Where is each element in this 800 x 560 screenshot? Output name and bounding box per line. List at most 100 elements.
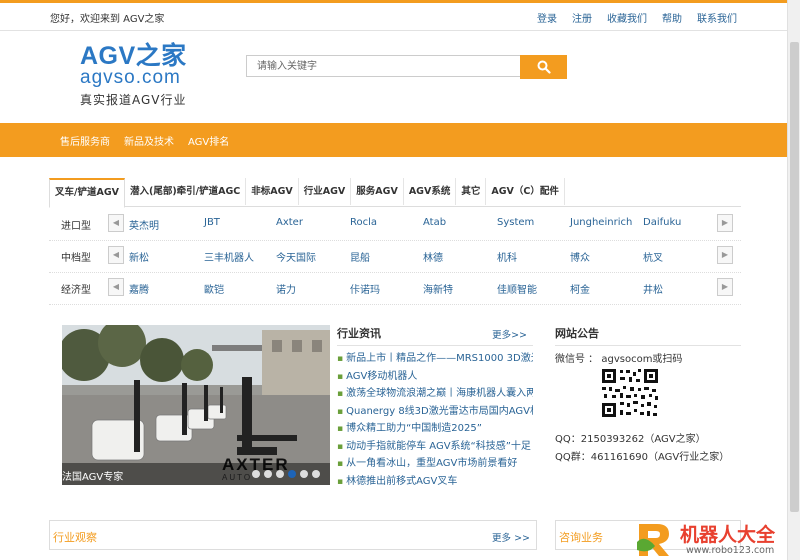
brand-link[interactable]: 林德 xyxy=(423,249,443,264)
brand-link[interactable]: Daifuku xyxy=(643,217,681,228)
brand-link[interactable]: 嘉腾 xyxy=(129,281,149,296)
brand-link[interactable]: 井松 xyxy=(643,281,663,296)
scrollbar-thumb[interactable] xyxy=(790,42,799,512)
news-item[interactable]: ▪ 新品上市丨精品之作——MRS1000 3D激光 xyxy=(337,350,533,368)
prev-arrow[interactable]: ◀ xyxy=(108,214,124,232)
tab-agv-system[interactable]: AGV系统 xyxy=(404,178,457,205)
tab-forklift-agv[interactable]: 叉车/铲道AGV xyxy=(49,178,125,208)
slide-caption-bar: 法国AGV专家 xyxy=(62,463,330,485)
industry-watch-title: 行业观察 xyxy=(53,531,97,544)
nav-item-ranking[interactable]: AGV排名 xyxy=(188,133,229,148)
slide-dot-active[interactable] xyxy=(288,470,296,478)
watermark: 机器人大全 www.robo123.com xyxy=(630,518,800,560)
brand-link[interactable]: Atab xyxy=(423,217,446,228)
help-link[interactable]: 帮助 xyxy=(662,10,682,25)
brand-row-economy: 经济型 ◀ 嘉腾 歐铠 诺力 佧诺玛 海新特 佳顺智能 柯金 井松 ▶ xyxy=(49,272,741,305)
brand-row-label: 经济型 xyxy=(61,285,91,296)
news-item[interactable]: ▪ 动动手指就能停车 AGV系统“科技感”十足 xyxy=(337,438,533,456)
brand-link[interactable]: Axter xyxy=(276,217,303,228)
watermark-url: www.robo123.com xyxy=(686,545,775,556)
slide-dot[interactable] xyxy=(276,470,284,478)
tab-agv-parts[interactable]: AGV（C）配件 xyxy=(486,178,565,205)
register-link[interactable]: 注册 xyxy=(572,10,592,25)
slide-dot[interactable] xyxy=(264,470,272,478)
top-links: 登录 注册 收藏我们 帮助 联系我们 xyxy=(537,10,737,25)
brand-link[interactable]: Jungheinrich xyxy=(570,217,632,228)
brand-link[interactable]: 佧诺玛 xyxy=(350,281,380,296)
search-input[interactable]: 请输入关键字 xyxy=(246,55,520,77)
brand-link[interactable]: 机科 xyxy=(497,249,517,264)
brand-link[interactable]: 今天国际 xyxy=(276,249,316,264)
top-bar: 您好，欢迎来到 AGV之家 登录 注册 收藏我们 帮助 联系我们 xyxy=(0,3,787,31)
news-item-text[interactable]: 新品上市丨精品之作——MRS1000 3D激光 xyxy=(346,353,533,364)
slide-dot[interactable] xyxy=(252,470,260,478)
news-item[interactable]: ▪ 博众精工助力“中国制造2025” xyxy=(337,420,533,438)
brand-link[interactable]: 诺力 xyxy=(276,281,296,296)
tab-tow-agc[interactable]: 潜入(尾部)牵引/铲道AGC xyxy=(125,178,247,205)
login-link[interactable]: 登录 xyxy=(537,10,557,25)
brand-link[interactable]: 博众 xyxy=(570,249,590,264)
news-item-text[interactable]: 动动手指就能停车 AGV系统“科技感”十足 xyxy=(346,441,531,452)
news-item-text[interactable]: 从一角看冰山，重型AGV市场前景看好 xyxy=(346,458,517,469)
slide-dot[interactable] xyxy=(300,470,308,478)
brand-link[interactable]: 英杰明 xyxy=(129,217,159,232)
brand-link[interactable]: 柯金 xyxy=(570,281,590,296)
tab-service-agv[interactable]: 服务AGV xyxy=(351,178,404,205)
tab-custom-agv[interactable]: 非标AGV xyxy=(246,178,299,205)
next-arrow[interactable]: ▶ xyxy=(717,246,733,264)
news-item[interactable]: ▪ 激荡全球物流浪潮之巅丨海康机器人囊入两项 xyxy=(337,385,533,403)
brand-link[interactable]: 三丰机器人 xyxy=(204,249,254,264)
prev-arrow[interactable]: ◀ xyxy=(108,246,124,264)
watermark-title: 机器人大全 xyxy=(680,525,776,546)
news-item-text[interactable]: 林德推出前移式AGV叉车 xyxy=(346,476,457,487)
slide-caption: 法国AGV专家 xyxy=(62,472,124,483)
news-header: 行业资讯 更多>> xyxy=(337,325,533,346)
wechat-text: 微信号 ： agvsocom或扫码 xyxy=(555,354,683,365)
search-button[interactable] xyxy=(520,55,567,79)
nav-item-aftersales[interactable]: 售后服务商 xyxy=(60,133,110,148)
prev-arrow[interactable]: ◀ xyxy=(108,278,124,296)
news-item-text[interactable]: AGV移动机器人 xyxy=(346,371,417,382)
brand-link[interactable]: 昆船 xyxy=(350,249,370,264)
news-item-text[interactable]: 激荡全球物流浪潮之巅丨海康机器人囊入两项 xyxy=(346,388,533,399)
news-item-text[interactable]: 博众精工助力“中国制造2025” xyxy=(346,423,482,434)
logo-tagline: 真实报道AGV行业 xyxy=(80,93,187,107)
news-item-text[interactable]: Quanergy 8线3D激光雷达市局国内AGV机器 xyxy=(346,406,533,417)
main-nav: 售后服务商 新品及技术 AGV排名 xyxy=(0,123,787,157)
brand-link[interactable]: System xyxy=(497,217,534,228)
logo-title: AGV之家 xyxy=(80,42,187,70)
next-arrow[interactable]: ▶ xyxy=(717,278,733,296)
logo-domain: agvso.com xyxy=(80,67,181,88)
site-notice: 网站公告 微信号 ： agvsocom或扫码 QQ：2150393262（AGV… xyxy=(555,325,741,463)
industry-watch-box: 行业观察 更多 >> xyxy=(49,520,537,550)
scrollbar[interactable] xyxy=(787,0,800,560)
brand-row-label: 进口型 xyxy=(61,221,91,232)
image-slider[interactable]: AXTER AUTO 法国AGV专家 xyxy=(62,325,330,485)
slide-dots xyxy=(252,470,320,478)
site-logo[interactable]: AGV之家 agvso.com 真实报道AGV行业 xyxy=(80,44,210,114)
brand-link[interactable]: 杭叉 xyxy=(643,249,663,264)
news-item[interactable]: ▪ 林德推出前移式AGV叉车 xyxy=(337,473,533,491)
next-arrow[interactable]: ▶ xyxy=(717,214,733,232)
slide-photo-agv xyxy=(62,325,330,485)
slide-dot[interactable] xyxy=(312,470,320,478)
brand-link[interactable]: 新松 xyxy=(129,249,149,264)
qr-code xyxy=(600,367,660,419)
tab-industry-agv[interactable]: 行业AGV xyxy=(299,178,352,205)
brand-row-mid: 中档型 ◀ 新松 三丰机器人 今天国际 昆船 林德 机科 博众 杭叉 ▶ xyxy=(49,240,741,273)
news-item[interactable]: ▪ Quanergy 8线3D激光雷达市局国内AGV机器 xyxy=(337,403,533,421)
contact-link[interactable]: 联系我们 xyxy=(697,10,737,25)
industry-watch-more[interactable]: 更多 >> xyxy=(492,530,530,544)
news-item[interactable]: ▪ 从一角看冰山，重型AGV市场前景看好 xyxy=(337,455,533,473)
news-item[interactable]: ▪ AGV移动机器人 xyxy=(337,368,533,386)
brand-link[interactable]: 佳顺智能 xyxy=(497,281,537,296)
brand-link[interactable]: 海新特 xyxy=(423,281,453,296)
bookmark-link[interactable]: 收藏我们 xyxy=(607,10,647,25)
brand-link[interactable]: Rocla xyxy=(350,217,377,228)
brand-link[interactable]: JBT xyxy=(204,217,220,228)
news-more-link[interactable]: 更多>> xyxy=(492,327,527,341)
nav-item-products[interactable]: 新品及技术 xyxy=(124,133,174,148)
news-title: 行业资讯 xyxy=(337,327,381,340)
brand-link[interactable]: 歐铠 xyxy=(204,281,224,296)
tab-other[interactable]: 其它 xyxy=(456,178,487,205)
